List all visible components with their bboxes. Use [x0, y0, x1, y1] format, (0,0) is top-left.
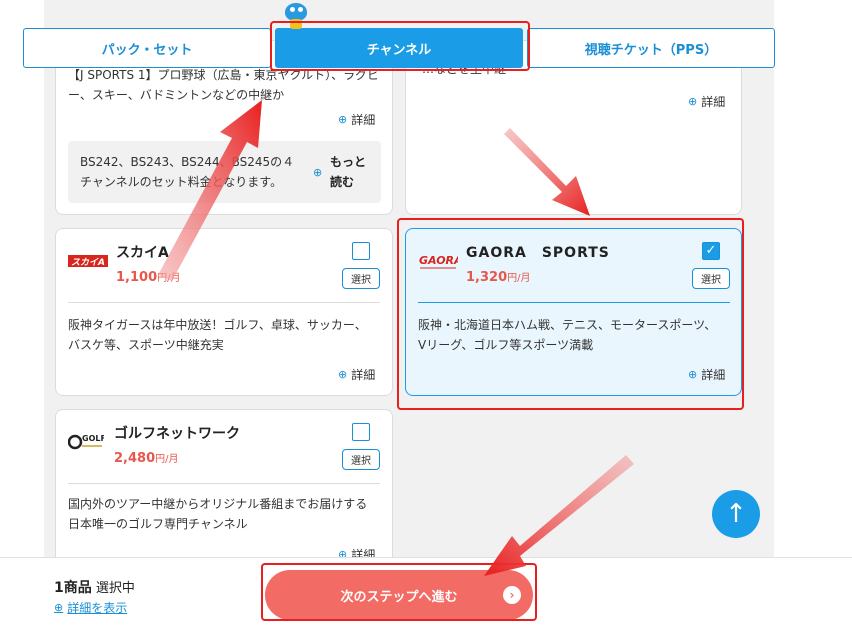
channel-name: スカイA: [116, 245, 169, 261]
select-button[interactable]: 選択: [342, 449, 380, 470]
divider: [68, 483, 380, 484]
show-detail-link[interactable]: ⊕ 詳細を表示: [54, 599, 127, 616]
annotation-box-tab: [270, 21, 530, 71]
arrow-up-icon: ↑: [725, 499, 747, 529]
tab-pack-set[interactable]: パック・セット: [23, 28, 271, 68]
select-checkbox[interactable]: [352, 242, 370, 260]
channel-card-skya: スカイA スカイA 1,100円/月 選択 阪神タイガースは年中放送！ゴルフ、卓…: [55, 228, 393, 396]
zoom-icon: ⊕: [688, 95, 698, 108]
read-more-link[interactable]: もっと読む: [330, 152, 370, 192]
select-checkbox[interactable]: [352, 423, 370, 441]
channel-price: 2,480円/月: [114, 451, 179, 466]
card-description: 【J SPORTS 1】プロ野球（広島・東京ヤクルト）、ラグビー、スキー、バドミ…: [68, 68, 380, 102]
tab-pps[interactable]: 視聴チケット（PPS）: [527, 28, 775, 68]
select-button[interactable]: 選択: [342, 268, 380, 289]
selection-count: 1商品 選択中: [54, 580, 135, 596]
scroll-top-button[interactable]: ↑: [712, 490, 760, 538]
divider: [68, 302, 380, 303]
skya-logo: スカイA: [68, 255, 108, 268]
zoom-icon: ⊕: [338, 368, 348, 381]
annotation-box-card: [397, 218, 744, 410]
channel-name: ゴルフネットワーク: [114, 426, 240, 442]
zoom-icon: ⊕: [338, 113, 348, 126]
card-description: 阪神タイガースは年中放送！ゴルフ、卓球、サッカー、バスケ等、スポーツ中継充実: [68, 318, 367, 352]
info-box: BS242、BS243、BS244、BS245の４チャンネルのセット料金となりま…: [68, 141, 381, 203]
golf-logo: GOLF: [67, 428, 106, 456]
card-description: 国内外のツアー中継からオリジナル番組までお届けする日本唯一のゴルフ専門チャンネル: [68, 497, 368, 531]
annotation-box-next: [261, 563, 537, 621]
zoom-icon: ⊕: [313, 166, 323, 179]
svg-text:GOLF: GOLF: [82, 434, 104, 443]
info-text: BS242、BS243、BS244、BS245の４チャンネルのセット料金となりま…: [80, 155, 295, 189]
detail-link[interactable]: ⊕ 詳細: [688, 93, 725, 110]
detail-link[interactable]: ⊕ 詳細: [338, 111, 375, 128]
zoom-icon: ⊕: [54, 601, 64, 614]
channel-price: 1,100円/月: [116, 270, 181, 285]
detail-link[interactable]: ⊕ 詳細: [338, 366, 375, 383]
